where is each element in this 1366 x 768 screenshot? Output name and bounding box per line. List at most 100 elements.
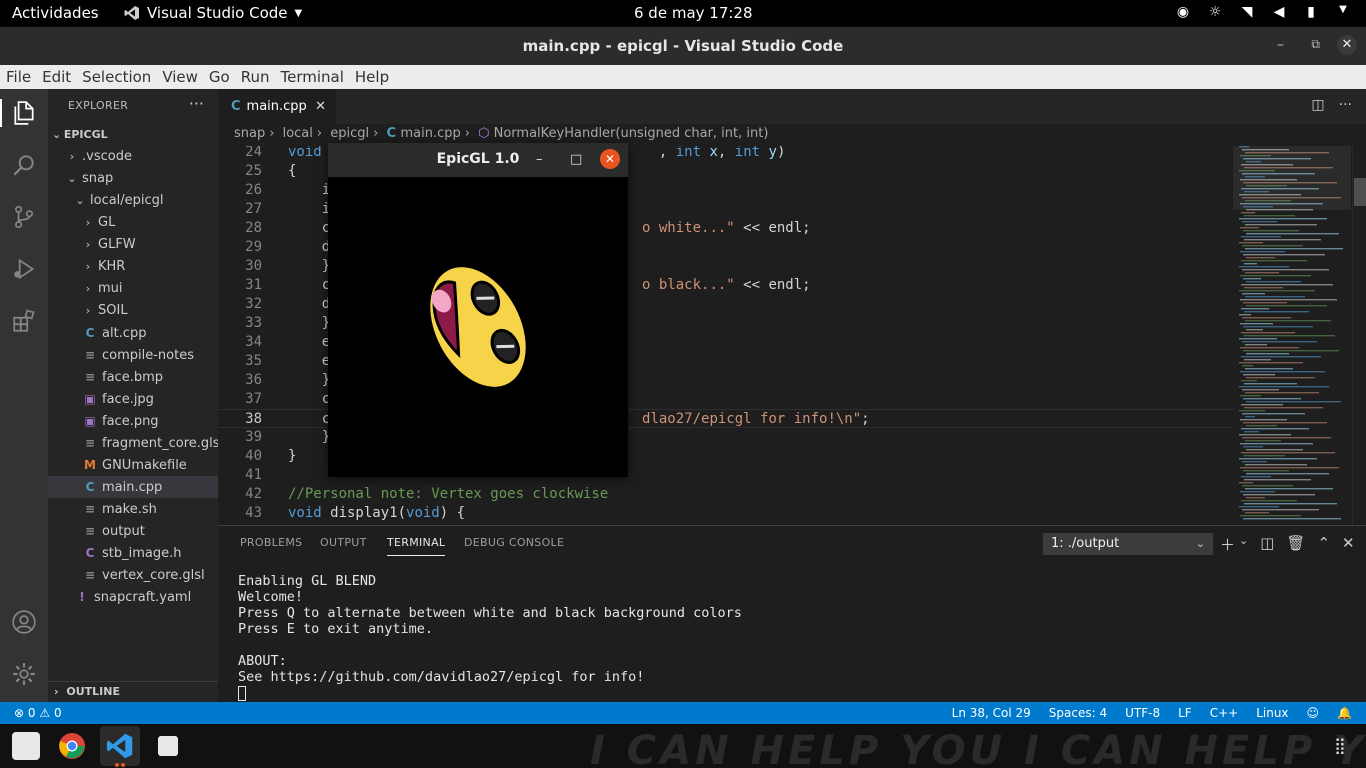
volume-icon[interactable]: ◀ (1270, 4, 1288, 20)
minimap-line (1245, 440, 1281, 442)
close-tab-icon[interactable]: ✕ (315, 89, 326, 124)
source-control-icon[interactable] (11, 204, 37, 230)
more-actions-icon[interactable]: ··· (189, 94, 204, 113)
split-terminal-icon[interactable]: ◫ (1260, 534, 1274, 555)
outline-section[interactable]: › OUTLINE (48, 681, 218, 702)
end-of-line[interactable]: LF (1178, 702, 1192, 724)
accounts-icon[interactable] (11, 609, 37, 635)
brightness-icon[interactable]: ☼ (1206, 4, 1224, 20)
minimap-viewport[interactable] (1233, 146, 1351, 210)
tree-file[interactable]: ! snapcraft.yaml (48, 586, 218, 608)
tab-problems[interactable]: PROBLEMS (240, 536, 302, 549)
tree-file[interactable]: ≡ fragment_core.glsl (48, 432, 223, 454)
tree-file[interactable]: ≡ face.bmp (48, 366, 218, 388)
encoding[interactable]: UTF-8 (1125, 702, 1160, 724)
breadcrumb-item[interactable]: epicgl (330, 126, 369, 141)
os-indicator[interactable]: Linux (1256, 702, 1288, 724)
minimize-button[interactable]: – (1277, 37, 1284, 53)
tree-file[interactable]: Cstb_image.h (48, 542, 218, 564)
problems-status[interactable]: ⊗ 0 ⚠ 0 (14, 702, 62, 724)
tree-file[interactable]: Cmain.cpp (48, 476, 218, 498)
tree-file[interactable]: Calt.cpp (48, 322, 218, 344)
tree-file[interactable]: ≡ make.sh (48, 498, 218, 520)
tree-file[interactable]: ▣ face.png (48, 410, 218, 432)
menu-edit[interactable]: Edit (42, 65, 76, 89)
clock[interactable]: 6 de may 17:28 (634, 4, 753, 22)
battery-icon[interactable]: ▮ (1302, 4, 1320, 20)
menu-terminal[interactable]: Terminal (281, 65, 349, 89)
maximize-button[interactable]: ⧉ (1311, 37, 1320, 52)
code-line[interactable]: 43 void display1(void) { (218, 504, 1233, 523)
menu-view[interactable]: View (162, 65, 203, 89)
run-debug-icon[interactable] (11, 256, 37, 282)
app-menu[interactable]: Visual Studio Code ▼ (124, 4, 302, 22)
tree-folder[interactable]: › GLFW (48, 234, 218, 256)
menu-go[interactable]: Go (209, 65, 235, 89)
breadcrumb-item[interactable]: local (283, 126, 313, 141)
menu-run[interactable]: Run (241, 65, 275, 89)
show-applications-icon[interactable]: ⣿ (1334, 736, 1346, 755)
epicgl-window[interactable]: EpicGL 1.0 – □ ✕ (328, 143, 628, 477)
activities-button[interactable]: Actividades (12, 4, 99, 22)
tree-folder[interactable]: › GL (48, 212, 218, 234)
code-line[interactable]: 42 //Personal note: Vertex goes clockwise (218, 485, 1233, 504)
menu-help[interactable]: Help (355, 65, 394, 89)
terminal-select[interactable]: 1: ./output ⌄ (1043, 533, 1213, 555)
discord-icon[interactable]: ◉ (1174, 4, 1192, 20)
close-window-button[interactable]: ✕ (600, 149, 620, 169)
tab-debug-console[interactable]: DEBUG CONSOLE (464, 536, 564, 549)
breadcrumb-item[interactable]: main.cpp (401, 126, 461, 141)
minimap[interactable] (1233, 146, 1351, 525)
language-mode[interactable]: C++ (1210, 702, 1239, 724)
tree-file[interactable]: ≡ output (48, 520, 218, 542)
menu-file[interactable]: File (6, 65, 36, 89)
indentation[interactable]: Spaces: 4 (1049, 702, 1107, 724)
tree-file[interactable]: M GNUmakefile (48, 454, 218, 476)
app-icon[interactable] (158, 736, 178, 756)
minimap-line (1243, 494, 1315, 496)
minimize-button[interactable]: – (536, 152, 543, 167)
scroll-thumb[interactable] (1354, 178, 1366, 206)
feedback-icon[interactable]: ☺ (1307, 702, 1320, 724)
explorer-icon[interactable] (11, 100, 37, 126)
tree-file[interactable]: ▣ face.jpg (48, 388, 218, 410)
new-terminal-icon[interactable]: ＋ (1220, 534, 1235, 555)
terminal-prompt[interactable] (238, 685, 742, 701)
search-icon[interactable] (11, 152, 37, 178)
chrome-app-icon[interactable] (58, 732, 86, 760)
split-editor-icon[interactable]: ◫ (1311, 97, 1324, 113)
kill-terminal-icon[interactable]: 🗑 (1286, 534, 1305, 555)
chevron-down-icon[interactable]: ⌄ (1239, 534, 1248, 555)
notifications-bell-icon[interactable]: 🔔 (1337, 702, 1352, 724)
menu-selection[interactable]: Selection (82, 65, 156, 89)
breadcrumb-item[interactable]: snap (234, 126, 265, 141)
tree-folder[interactable]: ⌄ snap (48, 168, 218, 190)
maximize-panel-icon[interactable]: ⌃ (1317, 534, 1330, 555)
breadcrumb-symbol[interactable]: NormalKeyHandler(unsigned char, int, int… (494, 126, 769, 141)
tree-folder[interactable]: › KHR (48, 256, 218, 278)
terminal-output[interactable]: Enabling GL BLEND Welcome! Press Q to alte… (238, 573, 742, 701)
tab-terminal[interactable]: TERMINAL (387, 536, 446, 556)
settings-gear-icon[interactable] (11, 661, 37, 687)
code-token: } (288, 372, 331, 388)
close-panel-icon[interactable]: ✕ (1342, 534, 1355, 555)
tree-file[interactable]: ≡ compile-notes (48, 344, 218, 366)
tree-folder[interactable]: › mui (48, 278, 218, 300)
more-actions-icon[interactable]: ··· (1339, 97, 1352, 113)
tab-main-cpp[interactable]: Cmain.cpp ✕ (218, 89, 336, 124)
wifi-icon[interactable]: ◥ (1238, 4, 1256, 20)
tab-output[interactable]: OUTPUT (320, 536, 367, 549)
extensions-icon[interactable] (11, 308, 37, 334)
vscode-app-icon[interactable] (106, 732, 134, 760)
tree-folder[interactable]: ⌄ local/epicgl (48, 190, 218, 212)
cursor-position[interactable]: Ln 38, Col 29 (952, 702, 1031, 724)
editor-scrollbar[interactable] (1352, 146, 1366, 525)
maximize-button[interactable]: □ (570, 152, 582, 167)
tree-file[interactable]: ≡ vertex_core.glsl (48, 564, 218, 586)
close-window-button[interactable]: ✕ (1337, 35, 1357, 55)
files-app-icon[interactable] (12, 732, 40, 760)
tree-folder[interactable]: › .vscode (48, 146, 218, 168)
system-menu-caret-icon[interactable]: ▼ (1334, 4, 1352, 20)
workspace-root[interactable]: ⌄ EPICGL (48, 124, 218, 146)
tree-folder[interactable]: › SOIL (48, 300, 218, 322)
